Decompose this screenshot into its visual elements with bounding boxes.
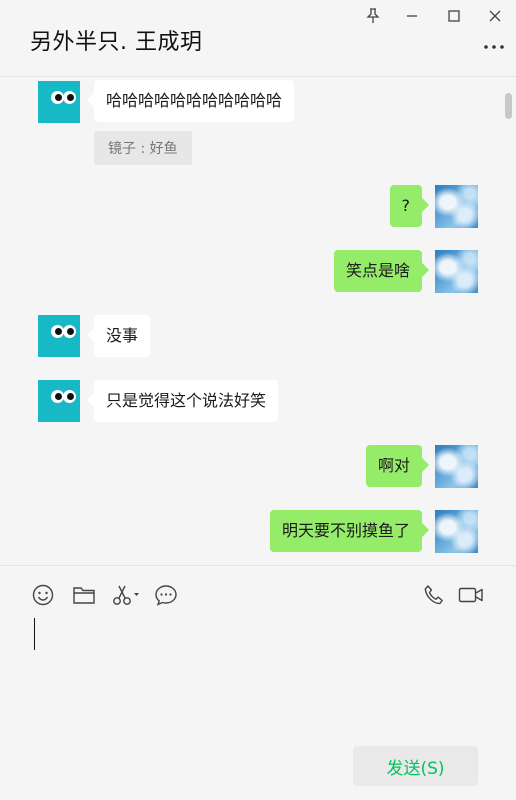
avatar[interactable] [38, 380, 80, 422]
avatar[interactable] [38, 315, 80, 357]
video-call-icon[interactable] [457, 582, 485, 608]
message-bubble[interactable]: 明天要不别摸鱼了 [269, 510, 422, 552]
message-list[interactable]: 哈哈哈哈哈哈哈哈哈哈哈 镜子 : 好鱼 ? 笑点是啥 没事 只是觉得这个说法好笑… [0, 78, 516, 565]
pin-icon[interactable] [361, 4, 385, 28]
message-bubble[interactable]: 啊对 [365, 445, 422, 487]
avatar[interactable] [38, 81, 80, 123]
message-input[interactable] [30, 614, 486, 734]
close-icon[interactable] [483, 4, 507, 28]
message-bubble[interactable]: 没事 [94, 315, 151, 357]
chat-history-icon[interactable] [153, 582, 179, 608]
avatar[interactable] [435, 185, 478, 228]
message-item [38, 81, 80, 123]
quoted-message[interactable]: 镜子 : 好鱼 [94, 131, 192, 165]
text-cursor [34, 618, 35, 650]
message-item [435, 250, 478, 293]
avatar[interactable] [435, 250, 478, 293]
message-bubble[interactable]: ? [389, 185, 422, 227]
message-bubble[interactable]: 只是觉得这个说法好笑 [94, 380, 279, 422]
maximize-icon[interactable] [442, 4, 466, 28]
chat-title: 另外半只. 王成玥 [30, 30, 203, 55]
emoji-icon[interactable] [30, 582, 56, 608]
message-item [435, 185, 478, 228]
message-item [435, 445, 478, 488]
minimize-icon[interactable] [400, 4, 424, 28]
more-dots-icon[interactable] [482, 38, 506, 56]
message-item [38, 315, 80, 357]
message-bubble[interactable]: 哈哈哈哈哈哈哈哈哈哈哈 [94, 80, 295, 122]
scrollbar[interactable] [505, 93, 512, 119]
avatar[interactable] [435, 445, 478, 488]
avatar[interactable] [435, 510, 478, 553]
message-item [38, 380, 80, 422]
phone-call-icon[interactable] [421, 582, 447, 608]
message-item [435, 510, 478, 553]
chat-header: 另外半只. 王成玥 [0, 0, 516, 77]
scissors-icon[interactable] [111, 582, 141, 608]
folder-icon[interactable] [71, 582, 97, 608]
send-button[interactable]: 发送(S) [353, 746, 478, 786]
message-bubble[interactable]: 笑点是啥 [333, 250, 422, 292]
compose-panel: 发送(S) [0, 565, 516, 800]
